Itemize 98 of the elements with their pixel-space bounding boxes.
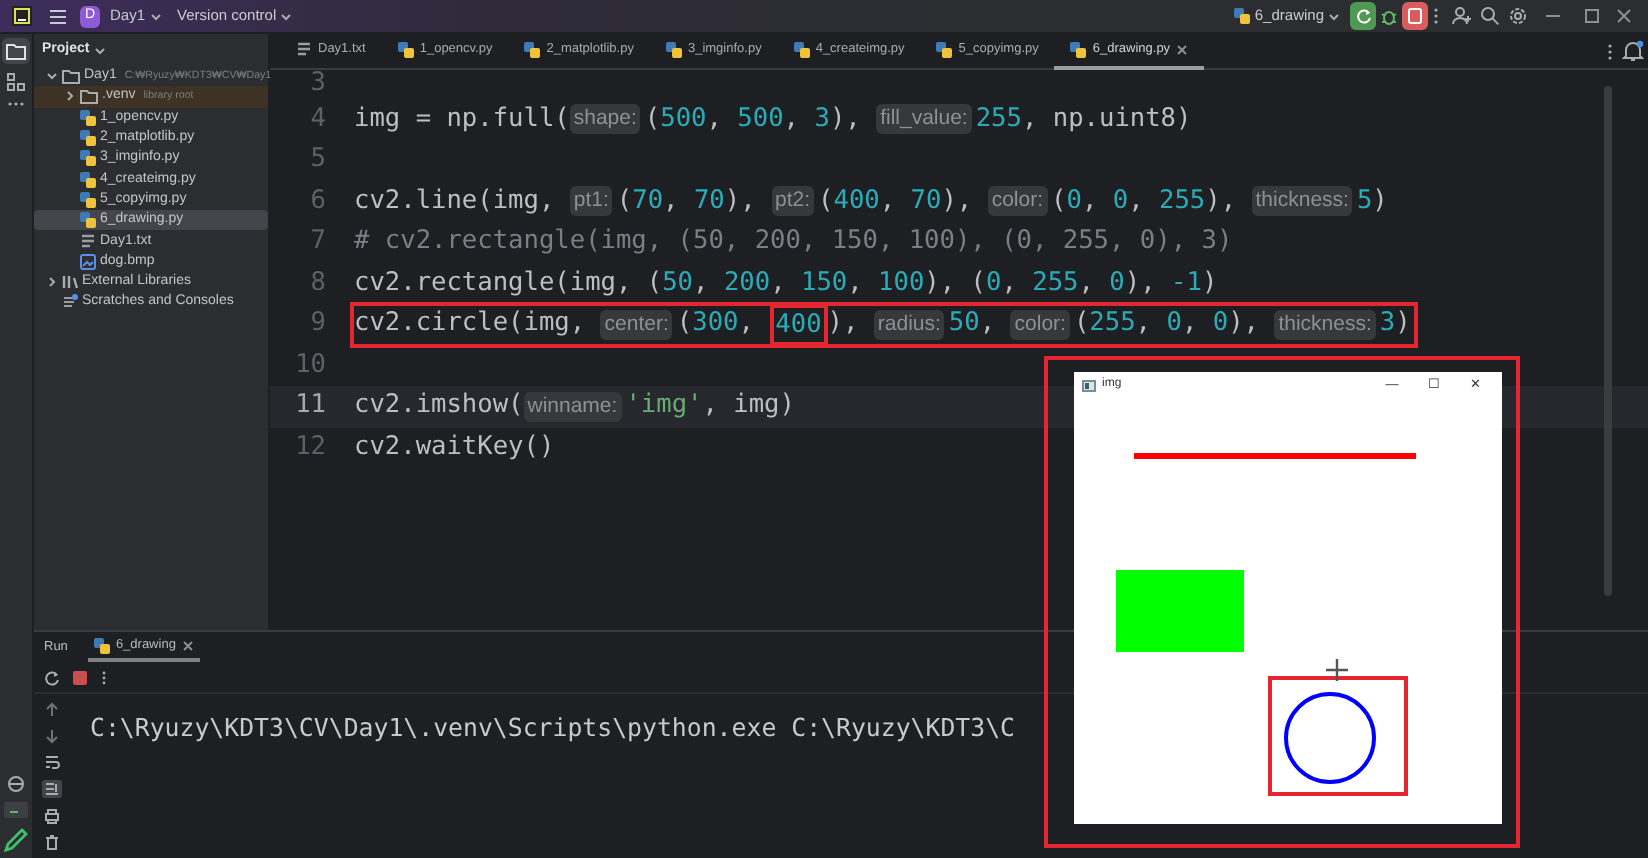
- line-number: 5: [308, 142, 328, 178]
- chevron-right-icon[interactable]: [64, 90, 76, 103]
- inlay-hint: fill_value:: [876, 104, 972, 135]
- line-number: 7: [308, 224, 328, 260]
- trash-icon[interactable]: [44, 834, 60, 850]
- more-icon[interactable]: [6, 100, 26, 108]
- code-text: # cv2.rectangle(img, (50, 200, 150, 100), (0, 255, 0), 3): [354, 224, 1233, 260]
- code-text: cv2.line(img,: [354, 183, 557, 219]
- code-text: 50,: [948, 306, 998, 342]
- code-text: (70, 70),: [616, 183, 758, 219]
- more-icon[interactable]: [1432, 6, 1440, 26]
- inlay-hint: thickness:: [1274, 309, 1376, 340]
- code-text: cv2.waitKey(): [354, 429, 555, 465]
- add-user-icon[interactable]: [1452, 6, 1472, 26]
- settings-icon[interactable]: [1508, 6, 1528, 26]
- caret-icon: [280, 11, 293, 21]
- inlay-hint: color:: [987, 186, 1048, 217]
- inlay-hint: pt1:: [569, 186, 613, 217]
- code-text: img = np.full(: [354, 101, 570, 137]
- python-file-icon: [793, 41, 810, 57]
- python-file-icon: [1070, 41, 1087, 57]
- code-text: 'img', img): [625, 388, 795, 424]
- inlay-hint: color:: [1010, 309, 1070, 340]
- inlay-hint: shape:: [569, 104, 641, 135]
- notification-bell-icon[interactable]: [1622, 40, 1644, 62]
- window-icon: [1082, 379, 1096, 391]
- project-tool-button[interactable]: [2, 38, 30, 64]
- console-output: C:\Ryuzy\KDT3\CV\Day1\.venv\Scripts\python.exe C:\Ryuzy\KDT3\C: [88, 710, 1016, 746]
- code-text: (400, 70),: [818, 183, 975, 219]
- menu-icon[interactable]: [48, 7, 68, 25]
- text-file-icon: [296, 41, 312, 57]
- close-icon[interactable]: [1612, 6, 1636, 26]
- crosshair-cursor: [1324, 657, 1350, 683]
- code-text: (0, 0, 255),: [1051, 183, 1239, 219]
- scratch-file-icon: [62, 294, 78, 311]
- arrow-up-icon[interactable]: [44, 702, 60, 718]
- line-number: 6: [308, 183, 328, 219]
- code-text: cv2.imshow(: [354, 388, 524, 424]
- chevron-down-icon[interactable]: [46, 70, 58, 83]
- close-icon[interactable]: [1176, 43, 1189, 55]
- library-icon: [62, 274, 78, 291]
- stop-button[interactable]: [1402, 2, 1428, 30]
- caret-icon: [93, 45, 106, 55]
- line-number: 10: [293, 347, 328, 383]
- search-icon[interactable]: [1480, 6, 1500, 26]
- code-text: (500, 500, 3),: [644, 101, 863, 137]
- text-file-icon: [80, 233, 96, 250]
- pencil-icon[interactable]: [2, 826, 30, 854]
- line-number: 11: [293, 388, 328, 424]
- inlay-hint: winname:: [523, 391, 622, 422]
- maximize-icon[interactable]: [1580, 6, 1604, 26]
- wrap-lines-icon[interactable]: [44, 754, 60, 770]
- inlay-hint: thickness:: [1251, 186, 1353, 217]
- structure-icon[interactable]: [6, 72, 26, 92]
- caret-icon: [149, 11, 162, 21]
- line-number: 9: [308, 306, 328, 342]
- chevron-right-icon[interactable]: [46, 276, 58, 289]
- rerun-icon[interactable]: [44, 669, 60, 685]
- code-text: ),: [827, 306, 861, 342]
- terminal-icon[interactable]: [4, 802, 28, 818]
- app-logo-icon: [12, 6, 32, 26]
- rerun-icon: [1356, 8, 1372, 24]
- code-text: 255, np.uint8): [975, 101, 1192, 137]
- inlay-hint: pt2:: [771, 186, 815, 217]
- bug-icon[interactable]: [1380, 7, 1398, 25]
- line-number: 4: [308, 101, 328, 137]
- line-number: 12: [293, 429, 328, 465]
- rectangle-shape: [1116, 570, 1244, 652]
- stop-icon: [1408, 8, 1422, 24]
- highlighted-code: 400: [769, 303, 828, 346]
- python-file-icon: [397, 41, 414, 57]
- code-text: (255, 0, 0),: [1073, 306, 1261, 342]
- code-text: 5): [1356, 183, 1388, 219]
- more-icon[interactable]: [100, 669, 108, 685]
- rerun-button[interactable]: [1350, 2, 1376, 30]
- caret-icon: [1328, 11, 1340, 21]
- python-file-icon: [665, 41, 682, 57]
- close-icon[interactable]: [181, 639, 194, 651]
- code-text: cv2.circle(img,: [354, 306, 588, 342]
- print-icon[interactable]: [44, 808, 60, 824]
- python-file-icon: [936, 41, 953, 57]
- line-number: 3: [308, 70, 328, 99]
- arrow-down-icon[interactable]: [44, 728, 60, 744]
- code-text: cv2.rectangle(img, (50, 200, 150, 100), (0, 255, 0), -1): [354, 265, 1218, 301]
- more-icon[interactable]: [1606, 41, 1614, 61]
- code-text: (300,: [676, 306, 756, 342]
- inlay-hint: center:: [600, 309, 673, 340]
- inlay-hint: radius:: [873, 309, 945, 340]
- code-text: 3): [1379, 306, 1411, 342]
- circle-shape: [1284, 692, 1376, 784]
- python-file-icon: [524, 41, 541, 57]
- python-file-icon: [1234, 8, 1251, 24]
- folder-icon: [6, 42, 26, 60]
- stop-icon[interactable]: [72, 669, 88, 685]
- image-file-icon: [80, 253, 96, 270]
- scroll-to-end-icon[interactable]: [42, 780, 62, 798]
- python-file-icon: [93, 637, 110, 653]
- line-number: 8: [308, 265, 328, 301]
